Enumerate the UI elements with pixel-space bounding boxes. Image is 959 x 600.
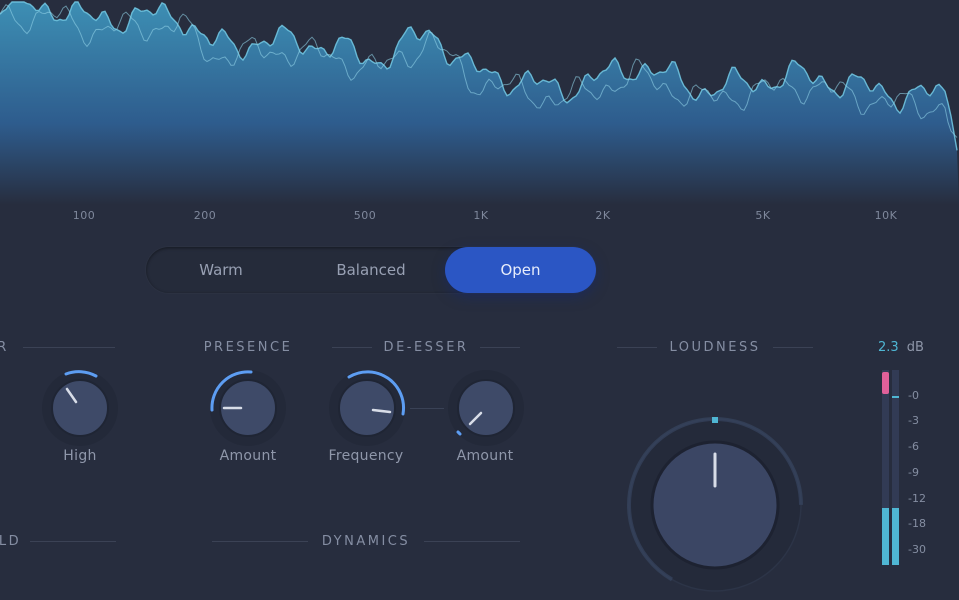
meter-bar-right xyxy=(892,370,899,565)
freq-label-200: 200 xyxy=(193,209,217,222)
tone-option-warm[interactable]: Warm xyxy=(146,247,296,293)
meter-readout: 2.3 dB xyxy=(878,340,924,355)
freq-label-1k: 1K xyxy=(473,209,489,222)
knob-link-line xyxy=(410,408,444,409)
freq-label-500: 500 xyxy=(353,209,377,222)
meter-scale-label: -12 xyxy=(908,492,926,505)
divider xyxy=(424,541,520,542)
divider xyxy=(773,347,813,348)
meter-scale-label: -9 xyxy=(908,466,919,479)
section-label-de-esser: DE-ESSER xyxy=(383,340,469,355)
high-knob[interactable] xyxy=(40,368,120,448)
divider xyxy=(212,541,308,542)
meter-scale-label: -6 xyxy=(908,440,919,453)
section-label-loudness: LOUDNESS xyxy=(669,340,761,355)
presence-amount-knob[interactable] xyxy=(208,368,288,448)
tone-selector: Warm Balanced Open xyxy=(146,247,596,293)
section-label-partial-left: R xyxy=(0,340,9,355)
spectrum-area xyxy=(0,2,959,205)
meter-scale-label: -3 xyxy=(908,414,919,427)
loudness-marker xyxy=(712,417,718,423)
divider xyxy=(617,347,657,348)
loudness-knob[interactable] xyxy=(620,410,810,600)
section-label-partial-bottom-left: LD xyxy=(0,534,22,549)
divider xyxy=(332,347,372,348)
divider xyxy=(23,347,115,348)
meter-level-fill xyxy=(882,508,889,565)
freq-label-5k: 5K xyxy=(755,209,771,222)
knob-label-high: High xyxy=(63,448,97,464)
tone-option-balanced[interactable]: Balanced xyxy=(296,247,446,293)
meter-bar-left xyxy=(882,370,889,565)
spectrum-analyzer xyxy=(0,1,959,205)
meter-value: 2.3 xyxy=(878,340,899,355)
meter-unit: dB xyxy=(906,340,924,355)
meter-scale-label: -18 xyxy=(908,517,926,530)
freq-label-100: 100 xyxy=(72,209,96,222)
meter-level-fill xyxy=(892,508,899,565)
knob-label-presence-amount: Amount xyxy=(219,448,277,464)
divider xyxy=(30,541,116,542)
divider xyxy=(480,347,520,348)
meter-peak-hold xyxy=(892,396,899,398)
section-label-dynamics: DYNAMICS xyxy=(321,534,411,549)
freq-label-10k: 10K xyxy=(874,209,898,222)
tone-option-open[interactable]: Open xyxy=(445,247,596,293)
meter-scale-label: -30 xyxy=(908,543,926,556)
knob-arc xyxy=(456,430,462,436)
freq-label-2k: 2K xyxy=(595,209,611,222)
de-esser-frequency-knob[interactable] xyxy=(327,368,407,448)
knob-label-de-esser-amount: Amount xyxy=(456,448,514,464)
de-esser-amount-knob[interactable] xyxy=(446,368,526,448)
section-label-presence: PRESENCE xyxy=(203,340,293,355)
meter-peak-indicator xyxy=(882,372,889,394)
meter-scale-label: -0 xyxy=(908,389,919,402)
knob-label-de-esser-frequency: Frequency xyxy=(328,448,404,464)
